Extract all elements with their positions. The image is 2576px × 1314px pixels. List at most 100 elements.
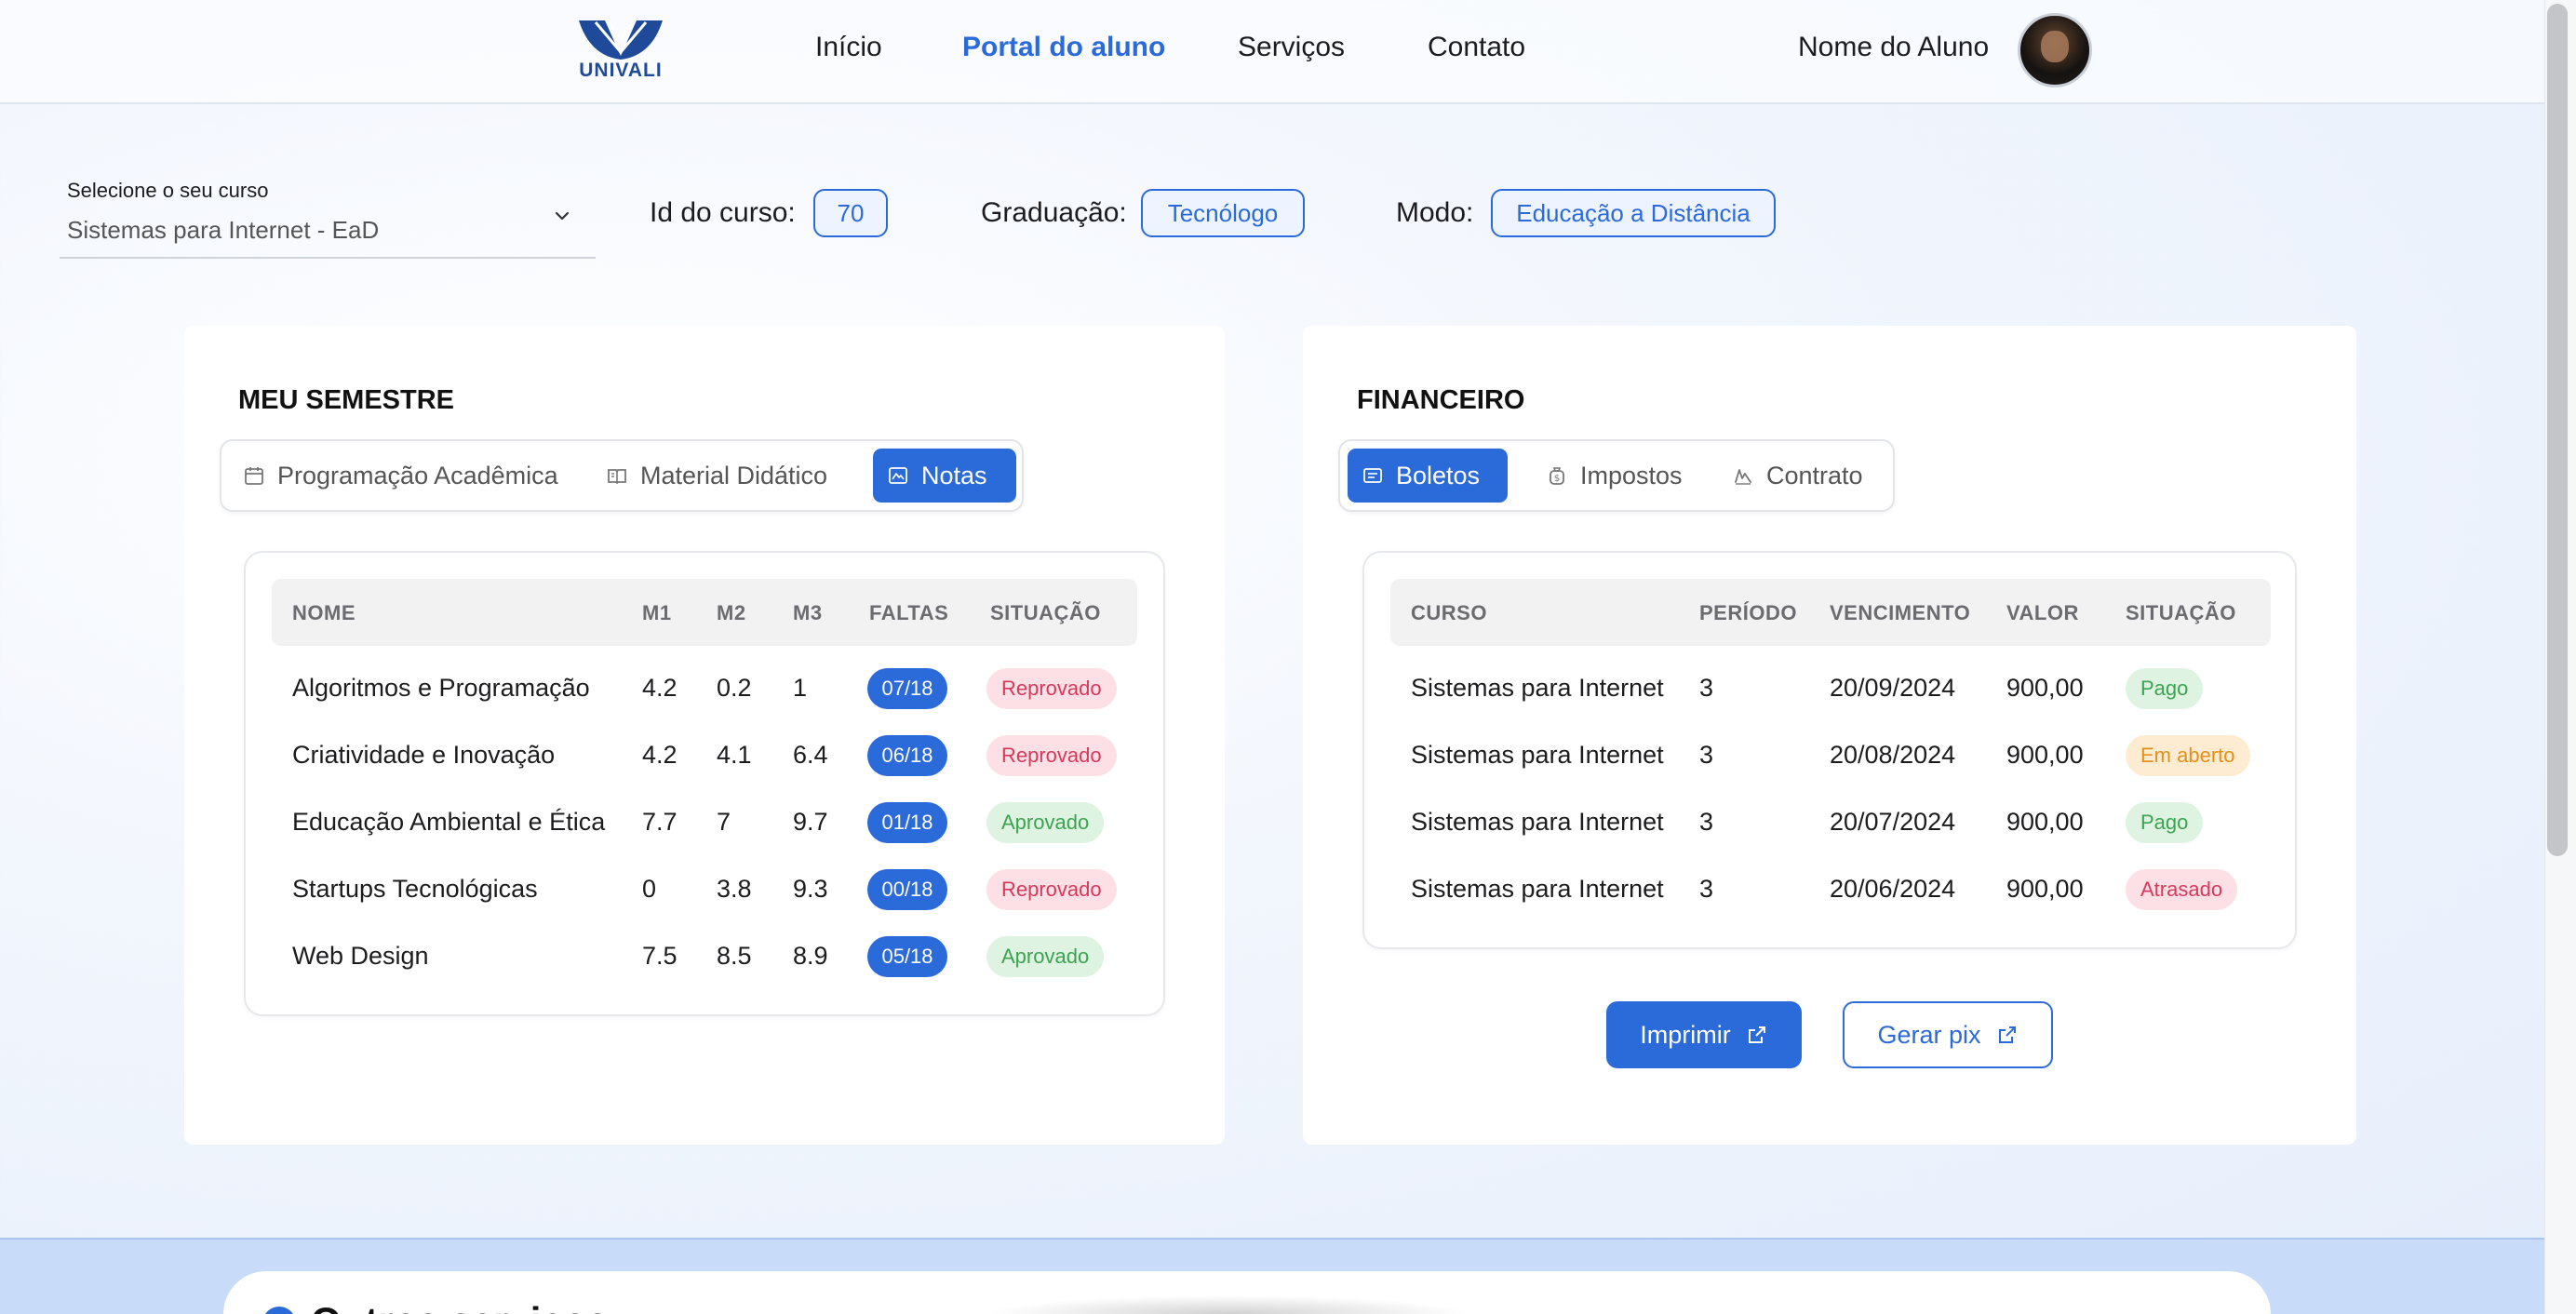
invoice-due-date: 20/08/2024 [1830, 741, 1956, 769]
nav-contato[interactable]: Contato [1428, 32, 1525, 63]
course-id-chip: 70 [813, 189, 888, 237]
grade-m3: 9.3 [793, 875, 828, 903]
external-link-icon [1748, 1026, 1765, 1043]
tab-boletos[interactable]: Boletos [1348, 449, 1508, 503]
money-bag-icon: $ [1550, 467, 1564, 485]
grade-course-name: Startups Tecnológicas [292, 875, 538, 903]
invoice-due-date: 20/07/2024 [1830, 808, 1956, 836]
grade-m1: 4.2 [642, 674, 678, 702]
col-curso: CURSO [1411, 601, 1487, 624]
invoice-course: Sistemas para Internet [1411, 674, 1664, 702]
invoice-due-date: 20/06/2024 [1830, 875, 1956, 903]
invoice-period: 3 [1699, 674, 1714, 702]
absence-badge: 01/18 [867, 802, 947, 843]
invoice-status-badge: Em aberto [2126, 735, 2250, 776]
tab-label: Programação Acadêmica [277, 461, 558, 489]
grade-m1: 7.5 [642, 942, 678, 970]
book-open-icon [608, 469, 626, 485]
pix-button-label: Gerar pix [1877, 1020, 1981, 1049]
top-navbar: UNIVALI Início Portal do aluno Serviços … [0, 0, 2544, 104]
col-m2: M2 [717, 601, 746, 624]
invoice-status-badge: Pago [2126, 802, 2204, 843]
col-valor: VALOR [2006, 601, 2079, 624]
status-badge: Aprovado [986, 802, 1105, 843]
grade-m3: 1 [793, 674, 808, 702]
absence-badge: 07/18 [867, 668, 947, 709]
grade-m1: 7.7 [642, 808, 678, 836]
col-m3: M3 [793, 601, 823, 624]
grades-table: NOME M1 M2 M3 FALTAS SITUAÇÃO Algoritmos… [244, 551, 1165, 1016]
col-situacao: SITUAÇÃO [2126, 601, 2236, 624]
grades-icon [889, 467, 907, 484]
receipt-icon [1363, 468, 1382, 483]
grade-m2: 8.5 [717, 942, 752, 970]
semester-tabs: Programação Acadêmica Material Didático … [220, 439, 1024, 512]
graduation-label: Graduação: [981, 197, 1127, 228]
tab-contrato[interactable]: Contrato [1718, 449, 1887, 503]
nav-servicos[interactable]: Serviços [1238, 32, 1345, 63]
col-vencimento: VENCIMENTO [1830, 601, 1971, 624]
grade-m2: 7 [717, 808, 731, 836]
tab-programacao-academica[interactable]: Programação Acadêmica [229, 449, 590, 503]
invoice-amount: 900,00 [2006, 674, 2084, 702]
chevron-down-icon[interactable] [551, 205, 573, 227]
status-badge: Aprovado [986, 936, 1105, 977]
other-services-title: Outros serviços [311, 1299, 609, 1314]
graduation-chip: Tecnólogo [1141, 189, 1305, 237]
invoice-course: Sistemas para Internet [1411, 741, 1664, 769]
generate-pix-button[interactable]: Gerar pix [1843, 1001, 2053, 1068]
univali-logo[interactable]: UNIVALI [577, 19, 664, 82]
finance-table-header: CURSO PERÍODO VENCIMENTO VALOR SITUAÇÃO [1390, 579, 2271, 646]
tab-impostos[interactable]: $ Impostos [1532, 449, 1696, 503]
grade-m3: 9.7 [793, 808, 828, 836]
grade-m1: 0 [642, 875, 657, 903]
course-id-label: Id do curso: [650, 197, 796, 228]
invoice-amount: 900,00 [2006, 875, 2084, 903]
invoice-due-date: 20/09/2024 [1830, 674, 1956, 702]
invoice-period: 3 [1699, 741, 1714, 769]
univali-emblem-icon [579, 20, 663, 60]
signature-icon [1735, 469, 1751, 485]
scrollbar-thumb[interactable] [2547, 4, 2568, 856]
mode-label: Modo: [1396, 197, 1474, 228]
nav-portal-do-aluno[interactable]: Portal do aluno [962, 32, 1165, 63]
invoice-amount: 900,00 [2006, 808, 2084, 836]
grade-course-name: Criatividade e Inovação [292, 741, 556, 769]
print-button[interactable]: Imprimir [1606, 1001, 1802, 1068]
tab-label: Material Didático [640, 461, 828, 489]
tab-material-didatico[interactable]: Material Didático [592, 449, 830, 503]
semester-card: MEU SEMESTRE Programação Acadêmica Mater… [184, 326, 1225, 1145]
invoice-status-badge: Atrasado [2126, 869, 2238, 910]
col-periodo: PERÍODO [1699, 601, 1797, 624]
col-m1: M1 [642, 601, 672, 624]
tab-notas[interactable]: Notas [873, 449, 1016, 503]
semester-title: MEU SEMESTRE [238, 385, 455, 415]
course-select-label: Selecione o seu curso [67, 179, 269, 202]
finance-tabs: Boletos $ Impostos Contrato [1338, 439, 1895, 512]
nav-inicio[interactable]: Início [815, 32, 882, 63]
logo-text: UNIVALI [579, 60, 663, 81]
avatar[interactable] [2018, 13, 2092, 87]
absence-badge: 06/18 [867, 735, 947, 776]
invoice-course: Sistemas para Internet [1411, 875, 1664, 903]
invoice-amount: 900,00 [2006, 741, 2084, 769]
finance-table: CURSO PERÍODO VENCIMENTO VALOR SITUAÇÃO … [1362, 551, 2297, 949]
grades-table-header: NOME M1 M2 M3 FALTAS SITUAÇÃO [272, 579, 1137, 646]
grade-m2: 3.8 [717, 875, 752, 903]
grade-course-name: Web Design [292, 942, 429, 970]
col-faltas: FALTAS [869, 601, 949, 624]
invoice-period: 3 [1699, 875, 1714, 903]
invoice-period: 3 [1699, 808, 1714, 836]
status-badge: Reprovado [986, 869, 1117, 910]
svg-text:$: $ [1554, 474, 1560, 484]
absence-badge: 05/18 [867, 936, 947, 977]
mode-chip: Educação a Distância [1491, 189, 1776, 237]
tab-label: Notas [921, 461, 987, 489]
finance-title: FINANCEIRO [1357, 385, 1525, 415]
absence-badge: 00/18 [867, 869, 947, 910]
invoice-status-badge: Pago [2126, 668, 2204, 709]
course-select[interactable]: Sistemas para Internet - EaD [67, 216, 379, 245]
status-badge: Reprovado [986, 668, 1117, 709]
user-name[interactable]: Nome do Aluno [1798, 32, 1989, 63]
grade-course-name: Educação Ambiental e Ética [292, 808, 606, 836]
